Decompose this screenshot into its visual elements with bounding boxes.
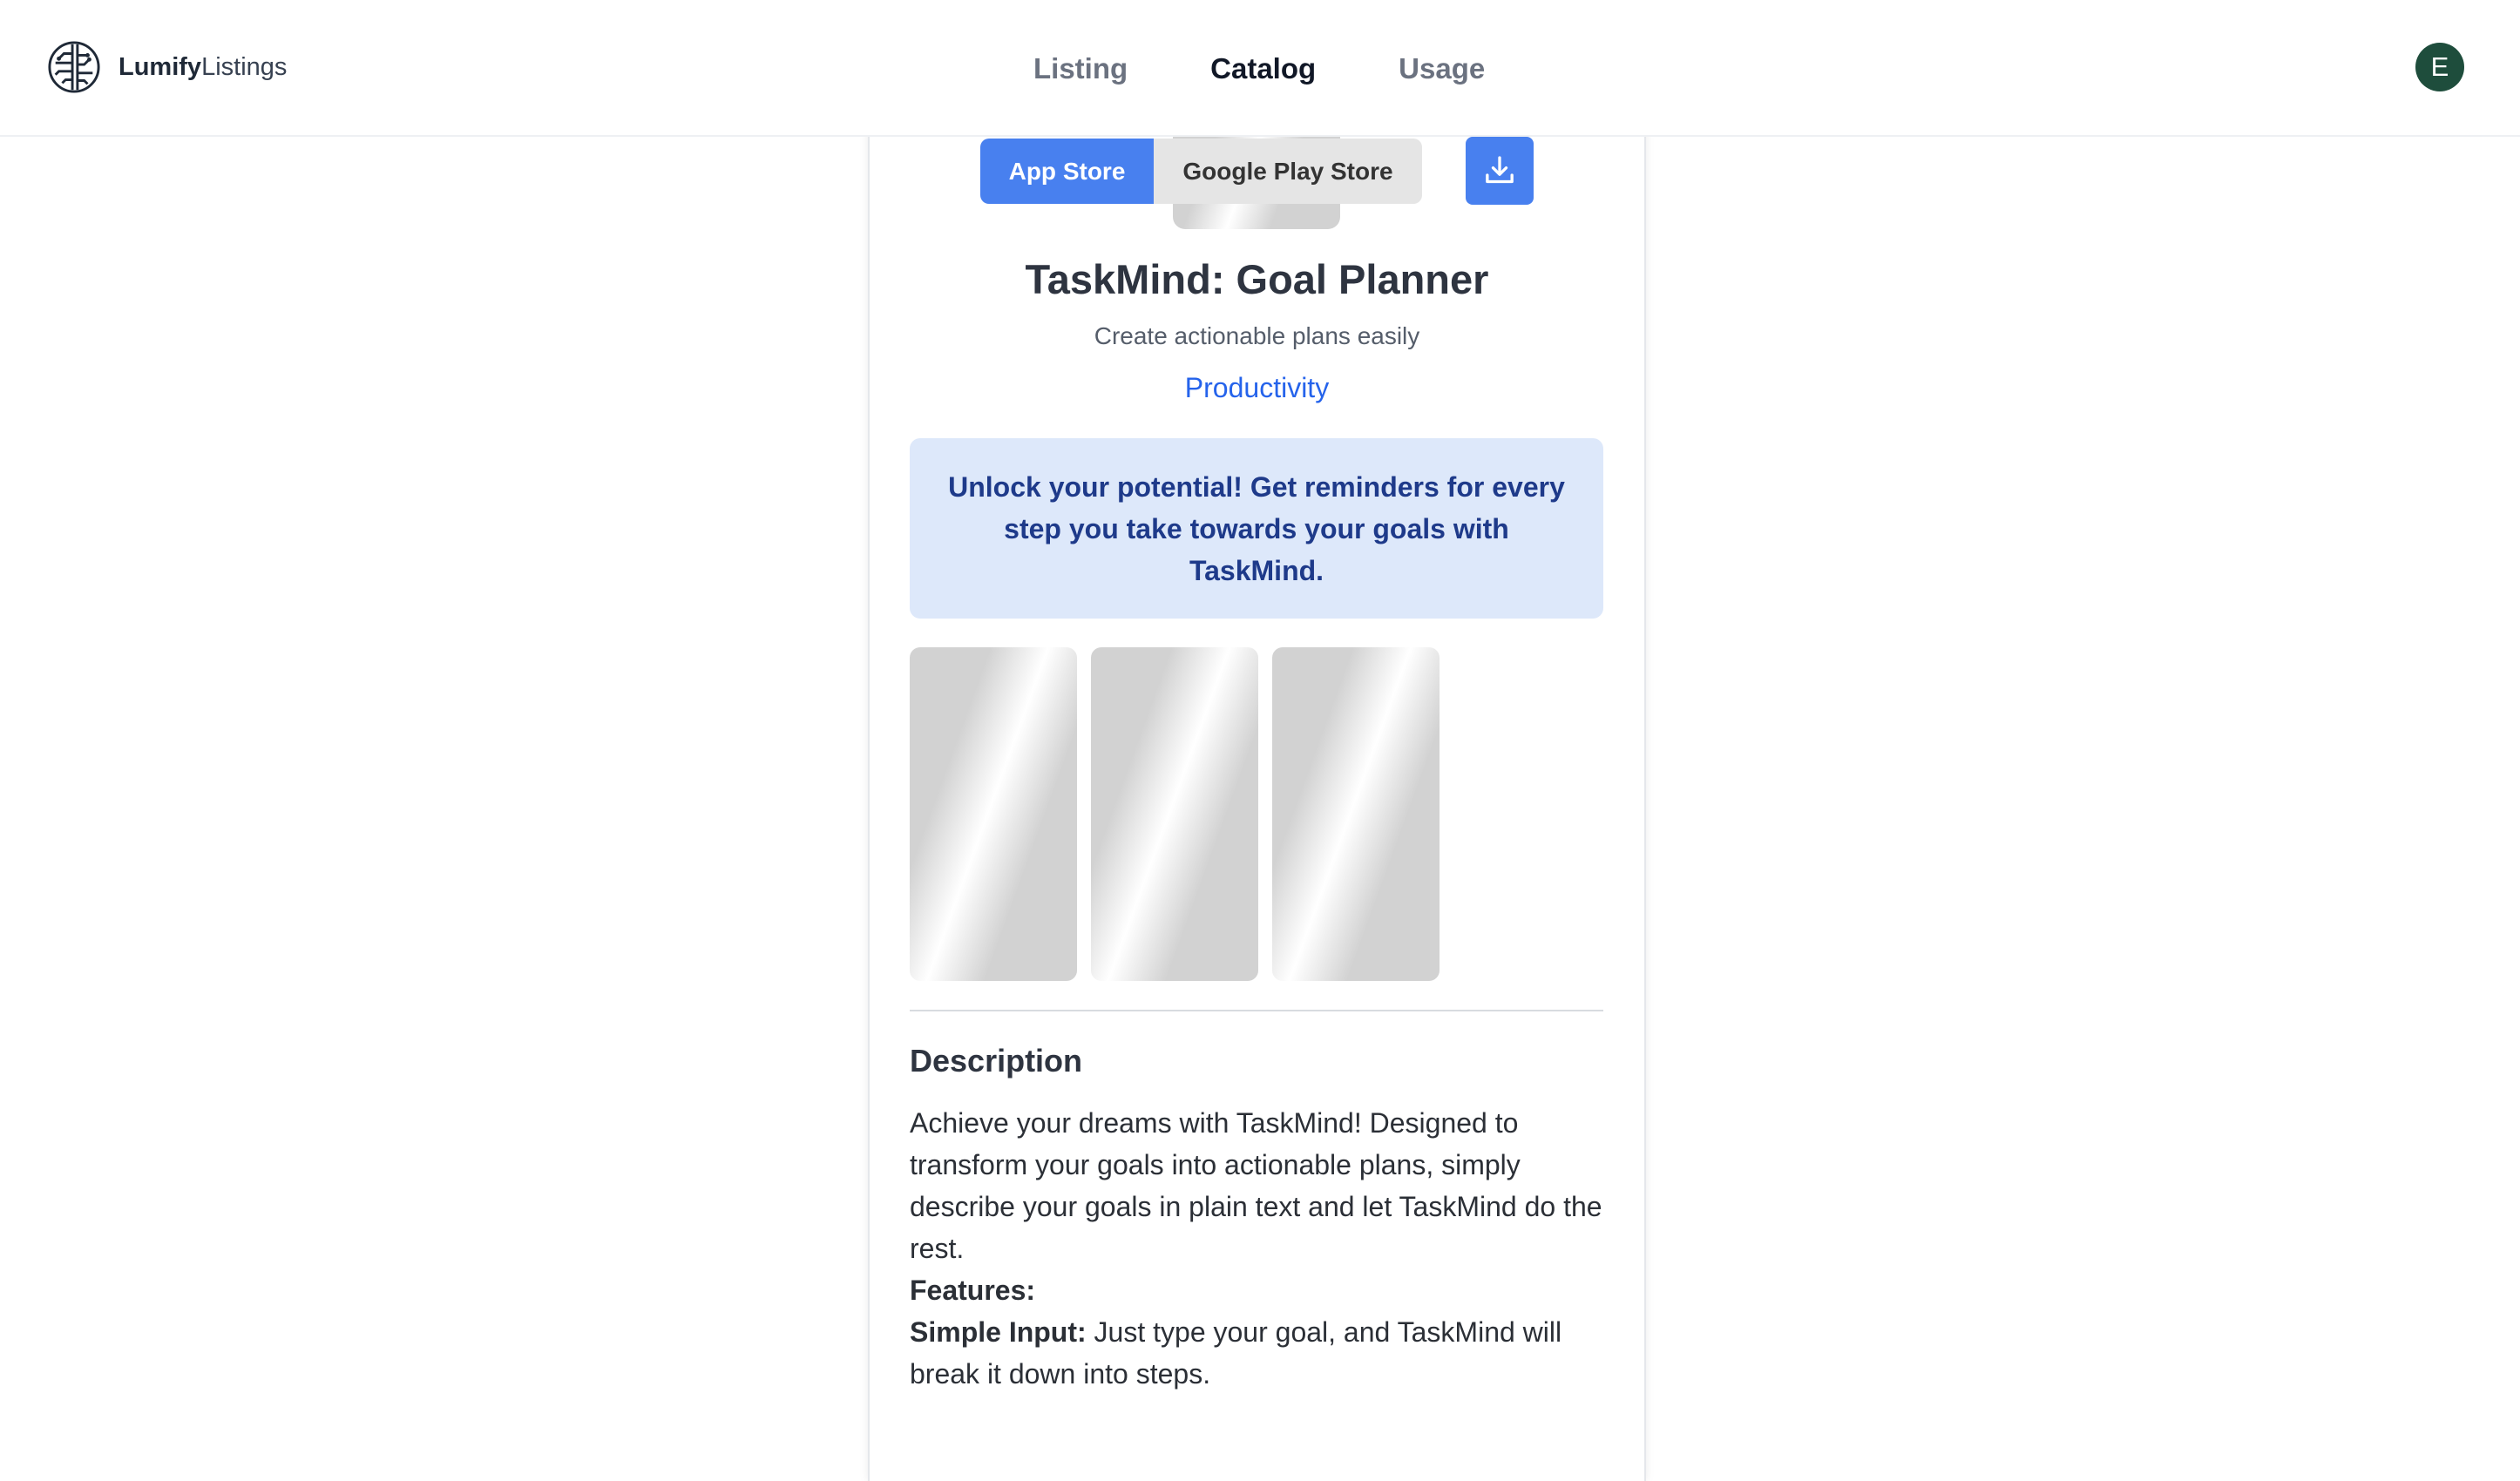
user-avatar[interactable]: E (2415, 43, 2464, 91)
download-button[interactable] (1466, 137, 1534, 205)
download-icon (1486, 156, 1514, 184)
brand-name-regular: Listings (201, 52, 288, 81)
app-subtitle: Create actionable plans easily (1094, 322, 1420, 349)
brand-name: LumifyListings (119, 53, 287, 82)
screenshot-placeholder-2[interactable] (1091, 647, 1258, 981)
description-body: Achieve your dreams with TaskMind! Desig… (910, 1102, 1603, 1395)
main-nav: Listing Catalog Usage (1033, 0, 1485, 137)
app-store-tab[interactable]: App Store (980, 139, 1154, 204)
description-heading: Description (910, 1043, 1083, 1079)
description-intro: Achieve your dreams with TaskMind! Desig… (910, 1107, 1602, 1264)
nav-usage[interactable]: Usage (1399, 52, 1485, 85)
features-label: Features: (910, 1275, 1036, 1306)
feature-label: Simple Input: (910, 1316, 1087, 1348)
top-navigation-bar: LumifyListings Listing Catalog Usage E (0, 0, 2520, 137)
screenshot-placeholder-1[interactable] (910, 647, 1077, 981)
app-category-link[interactable]: Productivity (868, 372, 1646, 404)
section-divider (910, 1010, 1603, 1011)
store-toggle: App Store Google Play Store (980, 139, 1422, 204)
brand-logo-link[interactable]: LumifyListings (47, 39, 287, 95)
screenshot-placeholder-3[interactable] (1272, 647, 1440, 981)
app-title: TaskMind: Goal Planner (1025, 256, 1489, 302)
promo-banner: Unlock your potential! Get reminders for… (910, 438, 1603, 619)
nav-listing[interactable]: Listing (1033, 52, 1128, 85)
nav-catalog[interactable]: Catalog (1210, 52, 1316, 85)
brand-name-bold: Lumify (119, 52, 202, 81)
circuit-globe-icon (48, 41, 100, 93)
google-play-store-tab[interactable]: Google Play Store (1154, 139, 1422, 204)
screenshot-gallery (910, 647, 1453, 981)
